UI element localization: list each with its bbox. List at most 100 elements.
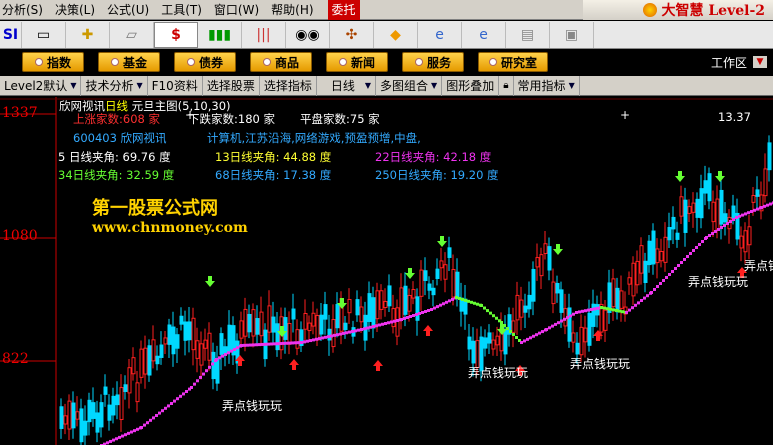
ma-dot — [535, 333, 538, 337]
candle-body — [75, 411, 80, 420]
candle-body — [247, 313, 252, 333]
commission-button[interactable]: 委托 — [327, 0, 360, 20]
icon-toolbar: SI ▭ ✚ ▱ $ ▮▮▮ ||| ◉◉ ✣ ◆ e e ▤ ▣ — [0, 21, 773, 49]
ma-dot — [396, 319, 399, 322]
candle-body — [223, 346, 228, 355]
workarea-selector[interactable]: 工作区 ▼ — [711, 54, 767, 71]
candle-body — [155, 355, 160, 365]
ma-dot — [205, 369, 208, 373]
ma-dot — [167, 404, 170, 408]
ma-dot — [612, 308, 615, 312]
ma-dot — [581, 309, 584, 313]
tab-multi-chart[interactable]: 多图组合 ▼ — [376, 75, 443, 96]
ma-dot — [692, 249, 695, 252]
ma-dot — [309, 339, 312, 343]
ma-dot — [164, 406, 167, 410]
binoculars-icon[interactable]: ◉◉ — [286, 21, 330, 48]
candle-body — [123, 384, 128, 392]
candle-body — [243, 308, 248, 337]
fund-label: 基金 — [122, 55, 147, 70]
ma-dot — [701, 240, 704, 243]
candle-body — [639, 245, 644, 274]
monitor-icon[interactable]: ▭ — [22, 21, 66, 48]
ma-dot — [631, 306, 634, 310]
commodity-button[interactable]: 商品 — [250, 52, 312, 72]
tab-level2[interactable]: Level2默认 ▼ — [0, 75, 82, 96]
service-button[interactable]: 服务 — [402, 52, 464, 72]
research-button[interactable]: 研究室 — [478, 52, 548, 72]
research-label: 研究室 — [500, 55, 537, 70]
news-button[interactable]: 新闻 — [326, 52, 388, 72]
lock-icon[interactable]: 🔒︎ — [499, 75, 514, 96]
tab-overlay[interactable]: 图形叠加 — [442, 75, 500, 96]
candle-body — [163, 337, 168, 345]
menu-formula[interactable]: 公式(U) — [101, 0, 155, 20]
tab-select-stock[interactable]: 选择股票 — [203, 75, 260, 96]
diamond-icon[interactable]: ◆ — [374, 21, 418, 48]
doc-icon[interactable]: ▤ — [506, 21, 550, 48]
ma-dot — [470, 300, 473, 304]
candle-body — [447, 247, 452, 258]
candle-body — [179, 315, 184, 325]
menu-window[interactable]: 窗口(W) — [208, 0, 265, 20]
ma-dot — [185, 390, 188, 393]
kline-chart[interactable]: + + 1337 1080 822 欣网视讯日线 元旦主图(5,10,30) 上涨… — [0, 97, 773, 445]
ma-dot — [176, 397, 179, 401]
menu-decision[interactable]: 决策(L) — [49, 0, 101, 20]
ma-dot — [276, 342, 279, 346]
ma-dot — [288, 341, 291, 345]
candle-body — [431, 287, 436, 296]
ma-dot — [714, 230, 717, 233]
menu-help[interactable]: 帮助(H) — [265, 0, 319, 20]
ma-dot — [584, 309, 587, 313]
menu-analysis[interactable]: 分析(S) — [0, 0, 49, 20]
crosshair-icon[interactable]: ✚ — [66, 21, 110, 48]
fund-button[interactable]: 基金 — [98, 52, 160, 72]
candle-body — [571, 332, 576, 343]
dot-icon — [110, 58, 119, 66]
tab-select-indicator[interactable]: 选择指标 — [260, 75, 317, 96]
network-icon[interactable]: ✣ — [330, 21, 374, 48]
tab-common-indicator[interactable]: 常用指标 ▼ — [514, 75, 580, 96]
candle-body — [187, 321, 192, 341]
window-icon[interactable]: ▣ — [550, 21, 594, 48]
ma-dot — [650, 291, 653, 294]
bars-icon[interactable]: ||| — [242, 21, 286, 48]
candle-body — [171, 326, 176, 355]
candle-body — [683, 199, 688, 233]
ma-dot — [158, 411, 161, 415]
si-icon[interactable]: SI — [0, 21, 22, 48]
angle-34: 34日线夹角: 32.59 度 — [58, 168, 175, 182]
candle-body — [419, 269, 424, 297]
tab-f10[interactable]: F10资料 — [148, 75, 203, 96]
candle-body — [375, 290, 380, 320]
tab-daily[interactable]: 日线 ▼ — [317, 75, 377, 96]
candle-body — [543, 243, 548, 254]
candle-body — [383, 301, 388, 309]
candle-body — [319, 314, 324, 335]
ma-dot — [339, 332, 342, 336]
index-button[interactable]: 指数 — [22, 52, 84, 72]
ma-dot — [218, 356, 221, 360]
ma-dot — [366, 326, 369, 330]
ma-dot — [720, 226, 723, 229]
candle-body — [283, 317, 288, 340]
ie-icon[interactable]: e — [418, 21, 462, 48]
candle-body — [91, 402, 96, 419]
ma-dot — [270, 342, 273, 346]
tab-technical[interactable]: 技术分析 ▼ — [81, 75, 148, 96]
ma-dot — [634, 303, 637, 307]
candle-icon[interactable]: ▮▮▮ — [198, 21, 242, 48]
menu-tools[interactable]: 工具(T) — [155, 0, 208, 20]
dropdown-arrow-icon: ▼ — [431, 80, 438, 90]
bond-button[interactable]: 债券 — [174, 52, 236, 72]
ma-dot — [424, 310, 427, 313]
angle-250: 250日线夹角: 19.20 度 — [375, 168, 499, 182]
candle-body — [59, 406, 64, 429]
ie2-icon[interactable]: e — [462, 21, 506, 48]
candle-body — [367, 293, 372, 322]
ma-dot — [509, 330, 512, 333]
candle-body — [371, 297, 376, 329]
dollar-icon[interactable]: $ — [154, 21, 198, 48]
ruler-icon[interactable]: ▱ — [110, 21, 154, 48]
